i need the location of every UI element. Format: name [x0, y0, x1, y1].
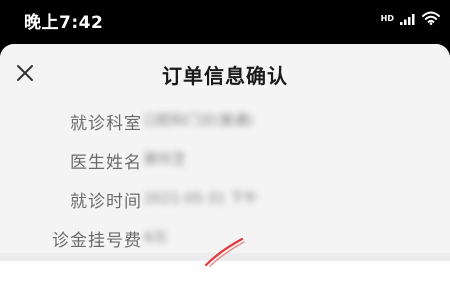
sheet-title: 订单信息确认 — [162, 64, 288, 88]
info-value: 6元 — [144, 230, 167, 246]
signal-icon — [400, 10, 416, 29]
info-value: 蔡玲芝 — [144, 152, 186, 168]
sheet-header: 订单信息确认 — [0, 44, 450, 102]
info-label: 诊金挂号费 — [52, 231, 142, 251]
info-row-doctor: 医生姓名 蔡玲芝 — [0, 141, 450, 180]
info-label: 就诊时间 — [70, 192, 142, 212]
info-label: 就诊科室 — [70, 114, 142, 134]
hd-icon: HD — [380, 14, 394, 23]
status-icons: HD — [381, 10, 440, 29]
status-bar: 晚上7:42 HD — [0, 0, 450, 44]
info-row-department: 就诊科室 口腔科门诊(普通) — [0, 102, 450, 141]
wifi-icon — [422, 10, 440, 29]
info-value: 2021-05-31 下午 — [144, 191, 258, 207]
order-info-list: 就诊科室 口腔科门诊(普通) 医生姓名 蔡玲芝 就诊时间 2021-05-31 … — [0, 102, 450, 258]
phone-screen: 晚上7:42 HD 订单信息确认 就诊科室 口腔科门诊(普通) 医生姓名 蔡玲芝… — [0, 0, 450, 300]
red-pen-mark — [204, 237, 245, 267]
info-value: 口腔科门诊(普通) — [144, 113, 253, 129]
status-time: 晚上7:42 — [24, 13, 104, 33]
info-label: 医生姓名 — [70, 153, 142, 173]
info-row-time: 就诊时间 2021-05-31 下午 — [0, 180, 450, 219]
